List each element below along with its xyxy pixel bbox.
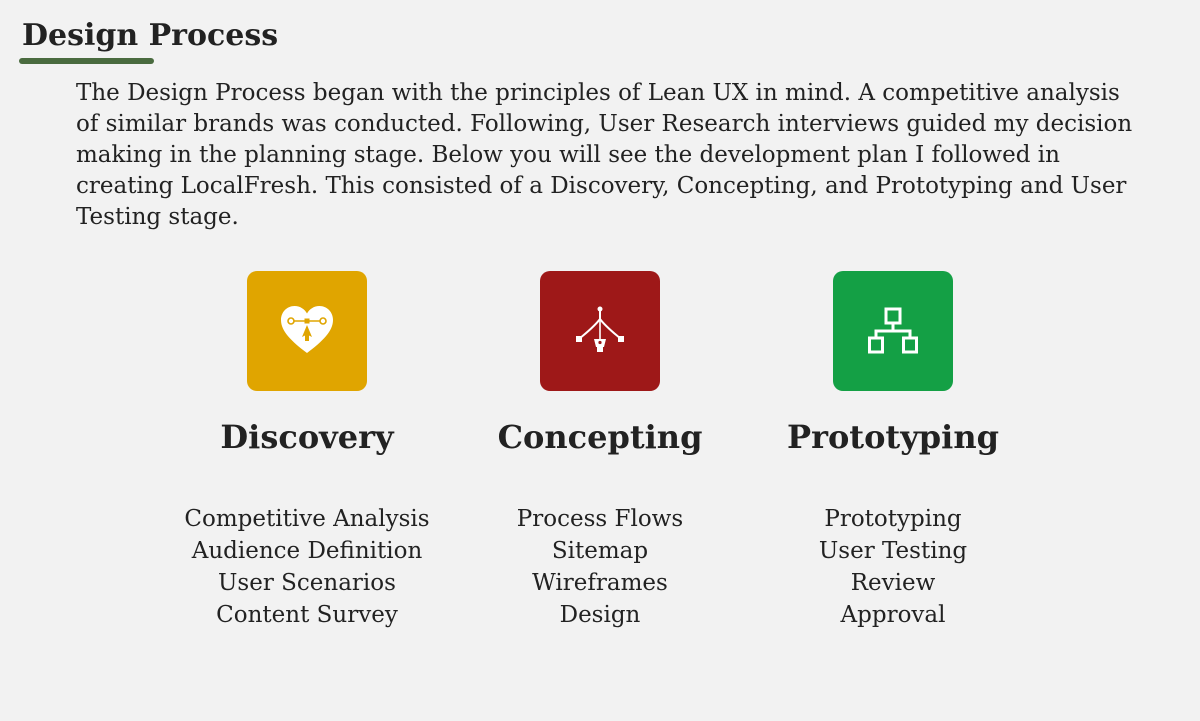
list-item: Approval: [840, 602, 946, 628]
stage-title-prototyping: Prototyping: [787, 418, 999, 456]
stage-list-discovery: Competitive Analysis Audience Definition…: [157, 503, 457, 631]
heart-pen-tool-icon: [247, 271, 367, 391]
stage-concepting: Concepting Process Flows Sitemap Wirefra…: [450, 271, 750, 631]
list-item: Prototyping: [824, 506, 962, 532]
stage-list-prototyping: Prototyping User Testing Review Approval: [743, 503, 1043, 631]
list-item: Review: [850, 570, 936, 596]
section-title: Design Process: [22, 18, 279, 53]
stage-discovery: Discovery Competitive Analysis Audience …: [157, 271, 457, 631]
stage-prototyping: Prototyping Prototyping User Testing Rev…: [743, 271, 1043, 631]
stage-title-concepting: Concepting: [497, 418, 703, 456]
list-item: User Testing: [818, 538, 968, 564]
list-item: Sitemap: [551, 538, 649, 564]
list-item: Audience Definition: [191, 538, 423, 564]
list-item: Wireframes: [532, 570, 668, 596]
stage-title-discovery: Discovery: [220, 418, 394, 456]
stage-list-concepting: Process Flows Sitemap Wireframes Design: [450, 503, 750, 631]
title-underline: [19, 58, 154, 64]
list-item: Content Survey: [216, 602, 398, 628]
intro-paragraph: The Design Process began with the princi…: [76, 80, 1133, 230]
list-item: Competitive Analysis: [184, 506, 430, 532]
list-item: Design: [559, 602, 641, 628]
list-item: Process Flows: [516, 506, 684, 532]
vector-pen-icon: [540, 271, 660, 391]
sitemap-icon: [833, 271, 953, 391]
list-item: User Scenarios: [218, 570, 396, 596]
